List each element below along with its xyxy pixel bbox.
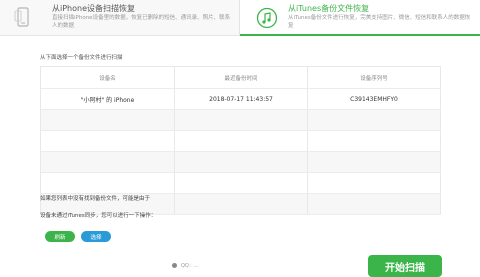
- tab-itunes-recovery[interactable]: 从iTunes备份文件恢复 从iTunes备份文件进行恢复，完美支持图片、微信、…: [240, 0, 480, 36]
- footer-contact: QQ：...: [172, 262, 199, 269]
- column-header-backup-time: 最近备份时间: [175, 67, 308, 88]
- start-scan-button[interactable]: 开始扫描: [368, 255, 442, 277]
- empty-table-row: [41, 110, 441, 131]
- choose-button[interactable]: 选择: [81, 231, 111, 242]
- phone-icon: [14, 7, 29, 27]
- tab-itunes-title: 从iTunes备份文件恢复: [288, 4, 370, 13]
- tab-device-recovery[interactable]: 从iPhone设备扫描恢复 直接扫描iPhone设备里的数据，恢复已删除的短信、…: [0, 0, 240, 36]
- refresh-button[interactable]: 刷新: [45, 231, 75, 242]
- empty-table-row: [41, 131, 441, 152]
- backup-time-cell: 2018-07-17 11:43:57: [175, 89, 308, 109]
- tab-device-title: 从iPhone设备扫描恢复: [52, 4, 136, 13]
- column-header-device-name: 设备名: [41, 67, 175, 88]
- device-name-cell: "小阿村" 的 iPhone: [41, 89, 175, 109]
- table-header-row: 设备名 最近备份时间 设备序列号: [41, 67, 441, 89]
- section-label: 从下面选择一个备份文件进行扫描: [40, 55, 123, 61]
- tab-device-desc: 直接扫描iPhone设备里的数据，恢复已删除的短信、通讯录、照片、联系人的数据: [52, 15, 231, 29]
- itunes-sync-note: 设备未通过iTunes同步，您可以进行一下操作：: [40, 213, 157, 219]
- column-header-serial: 设备序列号: [308, 67, 441, 88]
- mode-tabs: 从iPhone设备扫描恢复 直接扫描iPhone设备里的数据，恢复已删除的短信、…: [0, 0, 480, 38]
- backup-table: 设备名 最近备份时间 设备序列号 "小阿村" 的 iPhone 2018-07-…: [40, 66, 441, 215]
- tab-itunes-desc: 从iTunes备份文件进行恢复，完美支持图片、微信、短信和联系人的数据恢复: [288, 15, 471, 29]
- serial-cell: C39143EMHFY0: [308, 89, 441, 109]
- table-row[interactable]: "小阿村" 的 iPhone 2018-07-17 11:43:57 C3914…: [41, 89, 441, 110]
- itunes-music-icon: [256, 7, 278, 29]
- no-backup-note: 如果您列表中没有找到备份文件，可能是由于: [40, 196, 151, 202]
- empty-table-row: [41, 173, 441, 194]
- qq-icon: [172, 263, 177, 268]
- footer-text: QQ：...: [181, 263, 199, 269]
- empty-table-row: [41, 152, 441, 173]
